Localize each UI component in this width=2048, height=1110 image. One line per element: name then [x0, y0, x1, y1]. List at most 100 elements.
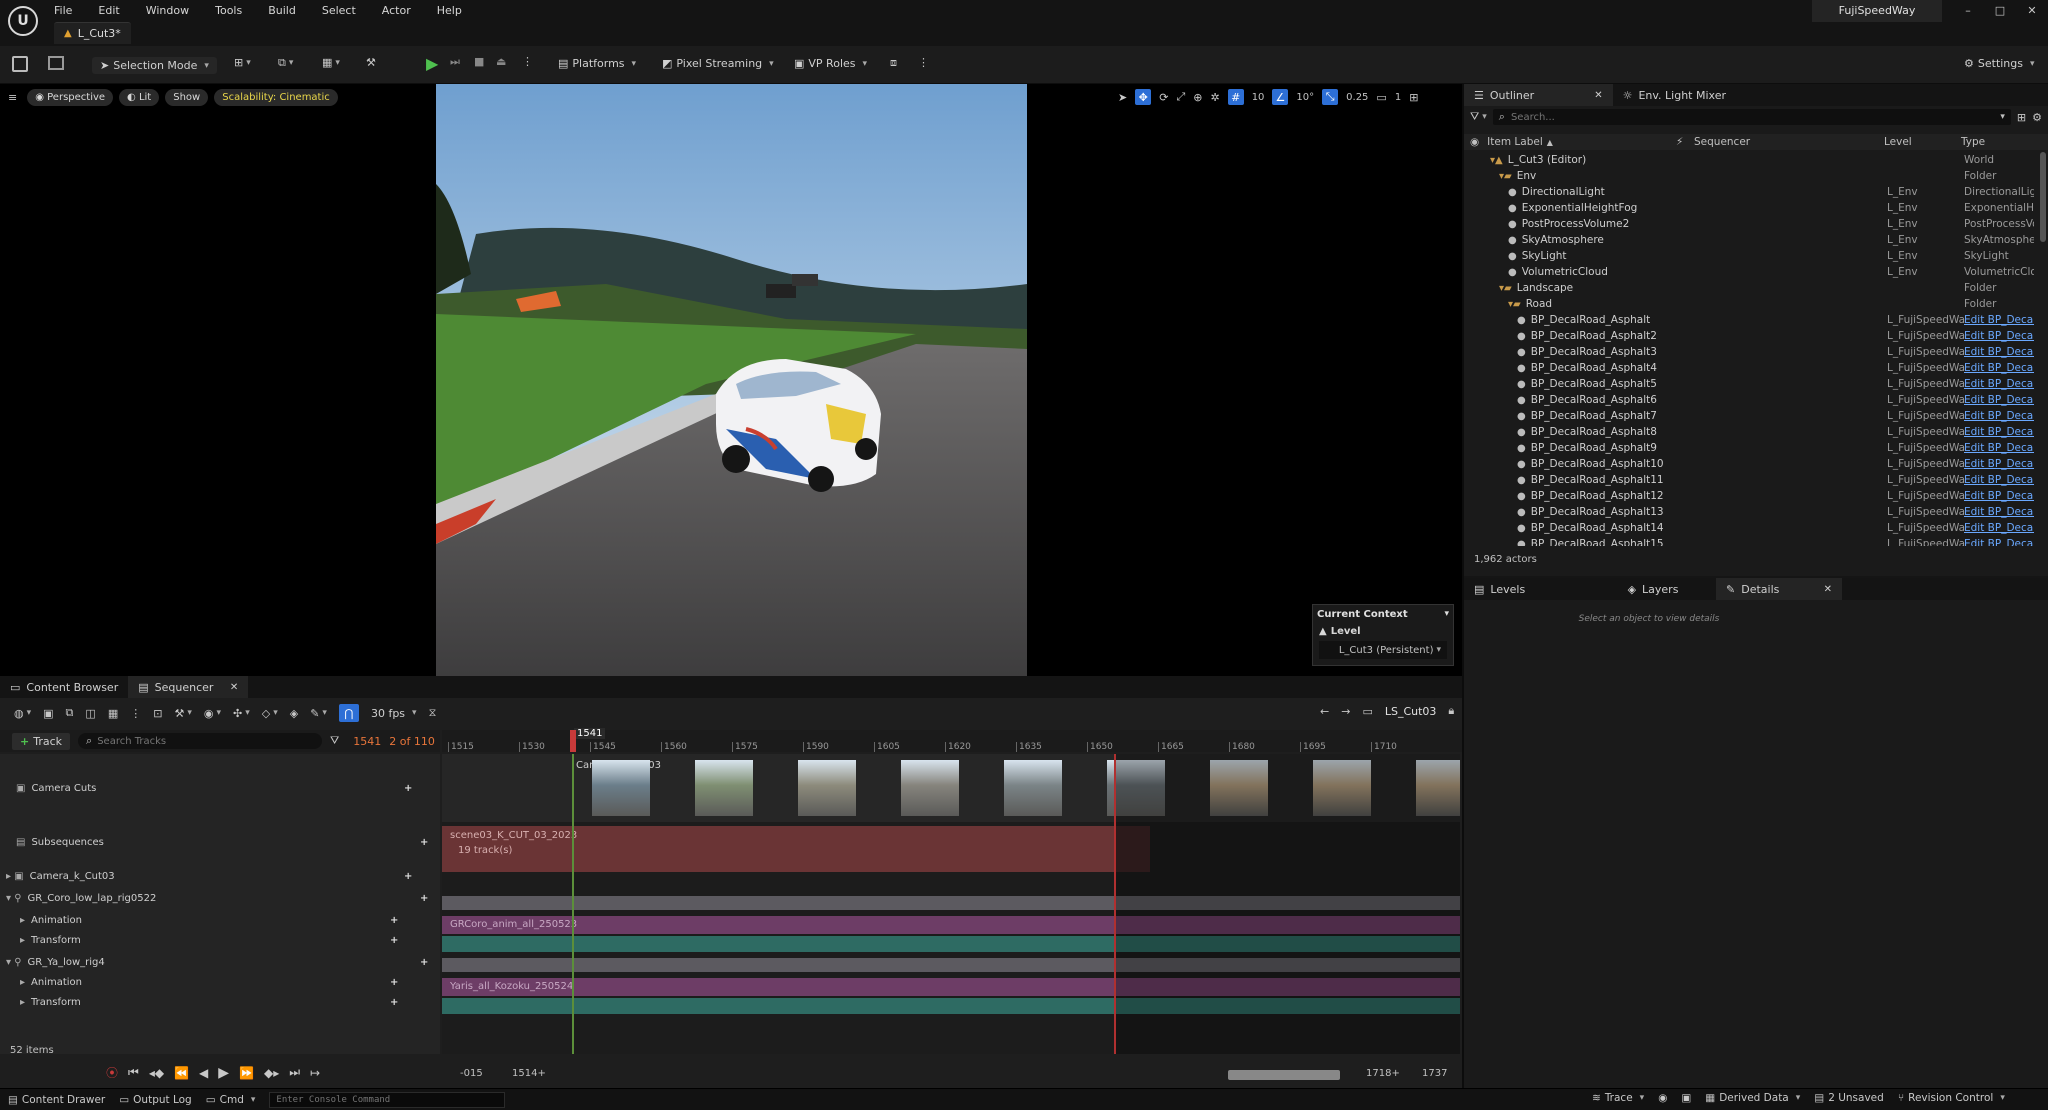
- settings-button[interactable]: ⚙ Settings: [1964, 57, 2035, 70]
- tab-env-light-mixer[interactable]: ☼ Env. Light Mixer: [1613, 84, 1736, 106]
- camera-cut-thumbnail[interactable]: [695, 760, 753, 816]
- track-camera[interactable]: ▸ ▣ Camera_k_Cut03 +: [0, 868, 440, 884]
- edit-blueprint-link[interactable]: Edit BP_Decall: [1964, 490, 2034, 502]
- edit-icon[interactable]: ✎: [310, 707, 327, 720]
- select-tool-icon[interactable]: ➤: [1118, 91, 1127, 104]
- maximize-icon[interactable]: □: [1992, 4, 2008, 17]
- step-back-icon[interactable]: ⏪: [174, 1066, 189, 1080]
- step-icon[interactable]: ⏭: [450, 55, 460, 69]
- camera-status-icon[interactable]: ▣: [1681, 1092, 1691, 1104]
- close-window-icon[interactable]: ✕: [2024, 4, 2040, 17]
- record-status-icon[interactable]: ◉: [1658, 1092, 1667, 1104]
- add-to-track-icon[interactable]: +: [420, 837, 428, 848]
- play-reverse-icon[interactable]: ◀: [199, 1066, 208, 1080]
- loop-icon[interactable]: ↦: [310, 1066, 320, 1080]
- build-icon[interactable]: ⚒: [366, 56, 376, 69]
- cmd-dropdown[interactable]: ▭ Cmd: [206, 1094, 256, 1106]
- more-icon[interactable]: ⋮: [522, 55, 533, 68]
- console-input[interactable]: [269, 1091, 506, 1108]
- key-icon[interactable]: ◇: [262, 707, 278, 720]
- trace-dropdown[interactable]: ≋ Trace: [1592, 1092, 1644, 1104]
- jump-start-icon[interactable]: ⏮: [128, 1065, 139, 1080]
- output-log-button[interactable]: ▭ Output Log: [119, 1094, 192, 1106]
- timeline-area[interactable]: Camera_k_Cut03 scene03_K_CUT_03_2023 19 …: [442, 754, 1460, 1054]
- add-to-track-icon[interactable]: +: [390, 915, 398, 926]
- edit-blueprint-link[interactable]: Edit BP_Decall: [1964, 378, 2034, 390]
- track-anim[interactable]: ▸ Animation +: [0, 912, 440, 928]
- grid-snap-icon[interactable]: #: [1227, 89, 1244, 105]
- close-tab-icon[interactable]: ✕: [230, 682, 238, 693]
- chevron-down-icon[interactable]: ▾: [2000, 112, 2005, 122]
- menu-edit[interactable]: Edit: [98, 4, 119, 17]
- tab-details[interactable]: ✎ Details ✕: [1716, 578, 1842, 600]
- context-level-dropdown[interactable]: L_Cut3 (Persistent): [1319, 641, 1447, 659]
- save-sequence-icon[interactable]: ▣: [43, 707, 53, 720]
- col-item-label[interactable]: Item Label: [1487, 136, 1543, 148]
- blueprint-icon[interactable]: ⧉: [278, 56, 293, 70]
- step-forward-icon[interactable]: ⏩: [239, 1066, 254, 1080]
- menu-build[interactable]: Build: [268, 4, 296, 17]
- visibility-icon[interactable]: ◉: [1470, 136, 1479, 148]
- outliner-row[interactable]: ● ExponentialHeightFog L_Env ExponentialHei: [1464, 200, 2040, 216]
- stop-icon[interactable]: ■: [474, 55, 484, 68]
- outliner-row[interactable]: ● BP_DecalRoad_Asphalt6 L_FujiSpeedWa Edit …: [1464, 392, 2040, 408]
- edit-blueprint-link[interactable]: Edit BP_Decall: [1964, 442, 2034, 454]
- edit-blueprint-link[interactable]: Edit BP_Decall: [1964, 346, 2034, 358]
- tab-outliner[interactable]: ☰ Outliner ✕: [1464, 84, 1613, 106]
- add-actor-icon[interactable]: ⊞: [234, 56, 251, 69]
- view-range-scrollbar[interactable]: [1228, 1070, 1340, 1080]
- jump-end-icon[interactable]: ⏭: [289, 1065, 300, 1080]
- lit-button[interactable]: ◐ Lit: [119, 88, 160, 106]
- outliner-row[interactable]: ● SkyLight L_Env SkyLight: [1464, 248, 2040, 264]
- filter-icon[interactable]: ⛛: [330, 734, 339, 748]
- eye-icon[interactable]: ◉: [204, 707, 221, 720]
- selection-mode-button[interactable]: ➤ Selection Mode: [92, 57, 217, 74]
- back-arrow-icon[interactable]: ←: [1320, 705, 1329, 718]
- add-to-track-icon[interactable]: +: [420, 957, 428, 968]
- outliner-scrollbar[interactable]: [2040, 152, 2046, 242]
- scale-snap-icon[interactable]: ⤡: [1322, 89, 1339, 105]
- tab-levels[interactable]: ▤ Levels: [1464, 578, 1590, 600]
- world-icon[interactable]: ◍: [14, 707, 31, 720]
- rotate-tool-icon[interactable]: ⟳: [1159, 91, 1168, 104]
- outliner-row[interactable]: ● BP_DecalRoad_Asphalt10 L_FujiSpeedWa Edit…: [1464, 456, 2040, 472]
- cinematics-icon[interactable]: ▦: [322, 56, 340, 69]
- level-viewport[interactable]: ≡ ◉ Perspective ◐ Lit Show Scalability: …: [0, 84, 1462, 676]
- outliner-row[interactable]: ● BP_DecalRoad_Asphalt12 L_FujiSpeedWa Edit…: [1464, 488, 2040, 504]
- add-to-track-icon[interactable]: +: [390, 997, 398, 1008]
- curve-editor-icon[interactable]: ⧖: [429, 706, 437, 720]
- lock-icon[interactable]: 🔒︎: [1448, 704, 1454, 718]
- chevron-down-icon[interactable]: ▾: [1444, 609, 1449, 619]
- camera-icon[interactable]: ⊡: [153, 707, 162, 720]
- save-as-icon[interactable]: ⧉: [66, 706, 74, 720]
- play-icon[interactable]: ▶: [426, 54, 438, 73]
- col-sequencer[interactable]: Sequencer: [1694, 136, 1750, 148]
- range-out[interactable]: 1718+: [1366, 1068, 1400, 1079]
- grid-snap-value[interactable]: 10: [1252, 92, 1265, 103]
- layout-icon[interactable]: ⊞: [1409, 91, 1418, 104]
- track-rig[interactable]: ▾ ⚲ GR_Coro_low_lap_rig0522 +: [0, 890, 440, 906]
- add-track-button[interactable]: + Track: [12, 732, 71, 750]
- camera-speed-icon[interactable]: ▭: [1376, 91, 1386, 104]
- device-icon[interactable]: ⧈: [890, 56, 897, 70]
- camera-cut-thumbnail[interactable]: [1004, 760, 1062, 816]
- col-level[interactable]: Level: [1884, 136, 1912, 148]
- content-drawer-button[interactable]: ▤ Content Drawer: [8, 1094, 105, 1106]
- edit-blueprint-link[interactable]: Edit BP_Decall: [1964, 410, 2034, 422]
- close-tab-icon[interactable]: ✕: [1594, 90, 1602, 101]
- range-start[interactable]: -015: [460, 1068, 483, 1079]
- camera-speed-value[interactable]: 1: [1395, 92, 1401, 103]
- content-icon[interactable]: [48, 56, 64, 70]
- filter-icon[interactable]: ⛛: [1470, 110, 1487, 124]
- menu-file[interactable]: File: [54, 4, 72, 17]
- vp-roles-button[interactable]: ▣ VP Roles: [794, 57, 867, 70]
- track-transform[interactable]: ▸ Transform +: [0, 932, 440, 948]
- surface-snap-icon[interactable]: ✲: [1210, 91, 1219, 104]
- unreal-logo[interactable]: U: [8, 6, 38, 36]
- outliner-row[interactable]: ● BP_DecalRoad_Asphalt3 L_FujiSpeedWa Edit …: [1464, 344, 2040, 360]
- unsaved-button[interactable]: ▤ 2 Unsaved: [1814, 1092, 1884, 1104]
- outliner-row[interactable]: ● BP_DecalRoad_Asphalt14 L_FujiSpeedWa Edit…: [1464, 520, 2040, 536]
- outliner-row[interactable]: ▾▰ Env Folder: [1464, 168, 2040, 184]
- save-icon[interactable]: [12, 56, 28, 72]
- tab-content-browser[interactable]: ▭ Content Browser: [0, 676, 128, 698]
